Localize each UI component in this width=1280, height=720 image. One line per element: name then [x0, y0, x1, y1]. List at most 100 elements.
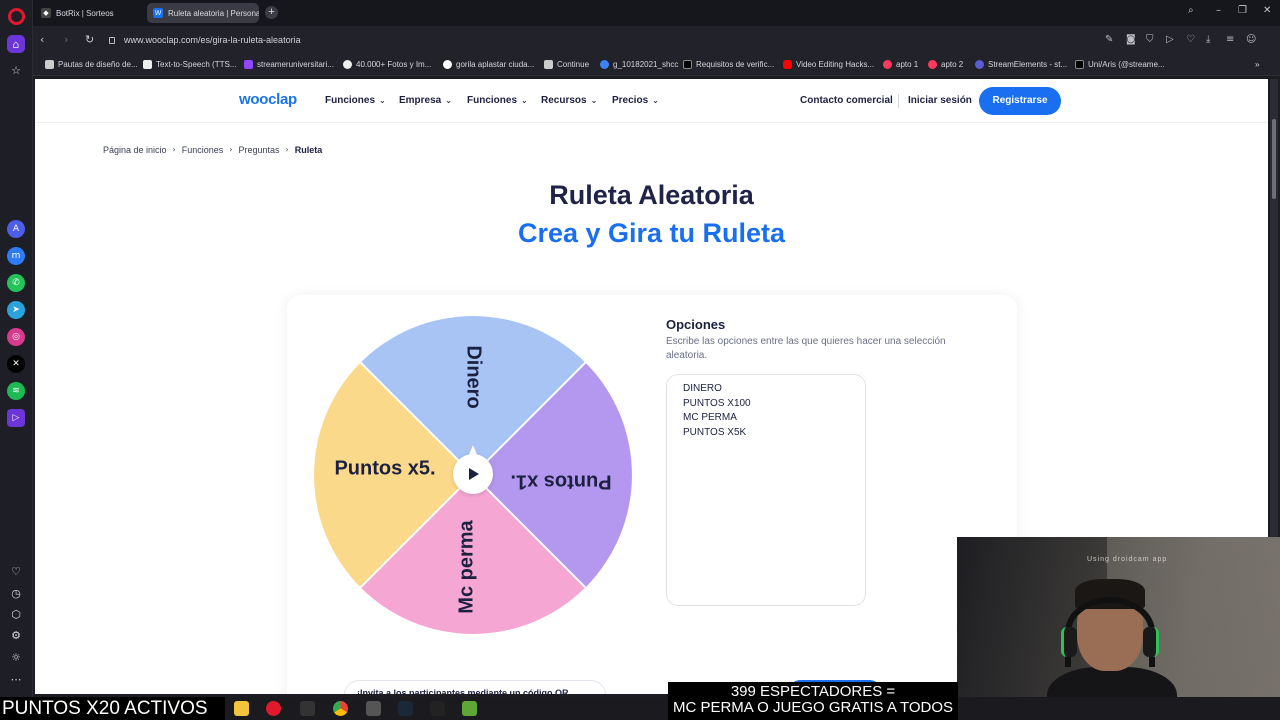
overlay-line-1: 399 ESPECTADORES = [730, 683, 896, 700]
bookmark-label: Continue [557, 60, 590, 69]
headphone-left [1061, 627, 1077, 657]
breadcrumb-current: Ruleta [294, 145, 323, 155]
play-icon[interactable]: ▷ [1166, 34, 1174, 45]
spin-button[interactable] [453, 454, 493, 494]
browser-sidebar: ⌂ ☆ A m ✆ ➤ ◎ ✕ ≋ ▷ ♡ ◷ ⬡ ⚙ ☼ ⋯ [0, 0, 33, 697]
bookmark-label: gorila aplastar ciuda... [456, 60, 535, 69]
document-icon [45, 60, 54, 69]
heart-icon[interactable]: ♡ [7, 562, 25, 580]
x-icon[interactable]: ✕ [7, 355, 25, 373]
nav-divider [898, 94, 899, 108]
menu-empresa[interactable]: Empresa ⌄ [399, 95, 452, 106]
bookmark-item[interactable]: Video Editing Hacks... [783, 60, 874, 69]
invite-qr-banner[interactable]: ¡Invita a los participantes mediante un … [344, 680, 606, 694]
star-icon[interactable]: ☆ [7, 61, 25, 79]
opera-taskbar-icon[interactable] [266, 701, 281, 716]
bookmark-item[interactable]: Requisitos de verific... [683, 60, 774, 69]
breadcrumb-home[interactable]: Página de inicio [103, 145, 167, 155]
tab-ruleta[interactable]: W Ruleta aleatoria | Personal [147, 3, 259, 23]
bookmark-item[interactable]: streameruniversitari... [244, 60, 334, 69]
more-icon[interactable]: ⋯ [7, 670, 25, 688]
download-icon[interactable]: ⤓ [1206, 34, 1210, 45]
spotify-icon[interactable]: ≋ [7, 382, 25, 400]
search-tabs-icon[interactable]: ⌕ [1188, 5, 1194, 16]
option-line: PUNTOS X5K [683, 427, 747, 439]
app-taskbar-icon[interactable] [300, 701, 315, 716]
bookmark-label: g_10182021_shcc [613, 60, 679, 69]
breadcrumb-preguntas[interactable]: Preguntas [238, 145, 279, 155]
steam-icon[interactable] [398, 701, 413, 716]
bookmark-item[interactable]: apto 1 [883, 60, 918, 69]
bookmark-item[interactable]: Continue [544, 60, 589, 69]
heart-toolbar-icon[interactable]: ♡ [1186, 34, 1195, 45]
menu-recursos[interactable]: Recursos ⌄ [541, 95, 597, 106]
aria-icon[interactable]: A [7, 220, 25, 238]
cube-icon[interactable]: ⬡ [7, 605, 25, 623]
more-bookmarks-icon[interactable]: » [1255, 60, 1259, 69]
telegram-icon[interactable]: ➤ [7, 301, 25, 319]
tab-botrix[interactable]: ◆ BotRix | Sorteos [35, 3, 145, 23]
play-icon [469, 468, 479, 480]
home-icon[interactable]: ⌂ [7, 35, 25, 53]
maximize-icon[interactable]: ❐ [1238, 5, 1247, 16]
file-explorer-icon[interactable] [234, 701, 249, 716]
reload-icon[interactable]: ↻ [85, 33, 94, 46]
close-icon[interactable]: ✕ [1263, 5, 1271, 16]
address-bar: ‹ › ↻ www.wooclap.com/es/gira-la-ruleta-… [33, 26, 1280, 54]
capcut-icon[interactable] [430, 701, 445, 716]
menu-icon[interactable]: ≡ [1226, 34, 1234, 45]
breadcrumb-funciones[interactable]: Funciones [182, 145, 224, 155]
bookmark-item[interactable]: 40.000+ Fotos y Im... [343, 60, 431, 69]
url-field[interactable]: www.wooclap.com/es/gira-la-ruleta-aleato… [109, 35, 301, 45]
opera-logo-icon[interactable] [8, 8, 25, 25]
bookmark-item[interactable]: g_10182021_shcc [600, 60, 678, 69]
contact-sales-link[interactable]: Contacto comercial [800, 95, 893, 106]
bookmark-label: Video Editing Hacks... [796, 60, 875, 69]
bookmark-label: StreamElements - st... [988, 60, 1068, 69]
bookmark-item[interactable]: Pautas de diseño de... [45, 60, 138, 69]
site-header: wooclap Funciones ⌄ Empresa ⌄ Funciones ⌄ R… [35, 79, 1268, 123]
edit-icon[interactable]: ✎ [1105, 34, 1113, 45]
login-link[interactable]: Iniciar sesión [908, 95, 972, 106]
lightbulb-icon[interactable]: ☼ [7, 648, 25, 666]
bookmark-item[interactable]: apto 2 [928, 60, 963, 69]
airbnb-icon [883, 60, 892, 69]
chevron-down-icon: ⌄ [379, 96, 386, 105]
shield-icon[interactable]: ⛉ [1146, 34, 1154, 45]
chrome-icon[interactable] [333, 701, 348, 716]
minecraft-icon[interactable] [462, 701, 477, 716]
bookmark-item[interactable]: Text-to-Speech (TTS... [143, 60, 236, 69]
profile-icon[interactable]: ☺ [1246, 34, 1256, 45]
bookmark-item[interactable]: gorila aplastar ciuda... [443, 60, 534, 69]
forward-icon[interactable]: › [64, 33, 68, 46]
new-tab-button[interactable]: + [265, 6, 278, 19]
options-textarea[interactable]: DINERO PUNTOS X100 MC PERMA PUNTOS X5K [666, 374, 866, 606]
scroll-thumb[interactable] [1272, 119, 1276, 199]
camera-icon[interactable]: ◙ [1126, 34, 1136, 45]
overlay-line-2: MC PERMA O JUEGO GRATIS A TODOS [672, 699, 954, 716]
messenger-icon[interactable]: m [7, 247, 25, 265]
minimize-icon[interactable]: – [1216, 5, 1221, 16]
webcam-feed: Using droidcam app [957, 537, 1280, 720]
back-icon[interactable]: ‹ [40, 33, 44, 46]
player-icon[interactable]: ▷ [7, 409, 25, 427]
menu-funciones-2[interactable]: Funciones ⌄ [467, 95, 528, 106]
tab-bar: ◆ BotRix | Sorteos W Ruleta aleatoria | … [33, 0, 1280, 26]
wooclap-favicon-icon: W [153, 8, 163, 18]
botrix-favicon-icon: ◆ [41, 8, 51, 18]
bookmark-label: Pautas de diseño de... [58, 60, 138, 69]
window-icon[interactable] [366, 701, 381, 716]
chevron-right-icon: › [172, 145, 176, 154]
whatsapp-icon[interactable]: ✆ [7, 274, 25, 292]
register-button[interactable]: Registrarse [979, 87, 1061, 115]
wooclap-logo[interactable]: wooclap [239, 91, 297, 108]
settings-icon[interactable]: ⚙ [7, 626, 25, 644]
history-icon[interactable]: ◷ [7, 584, 25, 602]
instagram-icon[interactable]: ◎ [7, 328, 25, 346]
lock-icon [109, 37, 115, 44]
bookmark-item[interactable]: StreamElements - st... [975, 60, 1067, 69]
airbnb-icon [928, 60, 937, 69]
menu-funciones[interactable]: Funciones ⌄ [325, 95, 386, 106]
bookmark-item[interactable]: Uni/Aris (@streame... [1075, 60, 1165, 69]
menu-precios[interactable]: Precios ⌄ [612, 95, 659, 106]
